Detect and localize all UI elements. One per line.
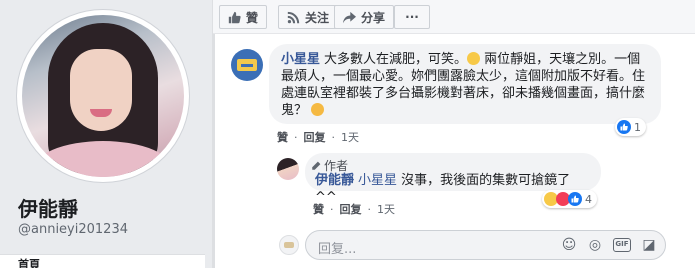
- reply-mention-link[interactable]: 小星星: [358, 173, 397, 188]
- grinning-emoji-icon: [467, 52, 481, 65]
- comment-bubble: 小星星 大多數人在減肥，可笑。 兩位靜姐，天壤之別。一個最煩人，一個最心愛。妳們團…: [269, 44, 661, 124]
- sticker-icon[interactable]: ◪: [641, 237, 657, 253]
- thumbs-up-icon: [228, 11, 241, 23]
- profile-tab-home[interactable]: 首頁: [0, 254, 205, 268]
- comment-text-part1: 大多數人在減肥，可笑。: [324, 52, 468, 67]
- reply-reactions[interactable]: 4: [542, 190, 597, 208]
- profile-avatar[interactable]: [17, 10, 189, 182]
- more-options-button[interactable]: ···: [394, 5, 430, 29]
- post-card: 贊 关注 分享 ··· 小星星 大多數人在減肥，可笑。 兩位靜姐，天壤之別。一個最…: [212, 0, 695, 268]
- post-action-bar: 贊 关注 分享 ···: [213, 0, 695, 34]
- reply-author-avatar[interactable]: [277, 158, 299, 180]
- rss-feed-icon: [287, 11, 300, 23]
- comment-timestamp[interactable]: 1天: [341, 131, 359, 144]
- share-button-label: 分享: [361, 10, 386, 25]
- current-user-avatar: [279, 235, 299, 255]
- profile-name[interactable]: 伊能靜: [18, 193, 78, 222]
- reply-like-link[interactable]: 贊: [313, 203, 324, 216]
- frowning-emoji-icon: [311, 103, 325, 116]
- like-reaction-icon: [617, 120, 631, 134]
- composer-toolbar: ☺ ◎ GIF ◪: [561, 237, 657, 253]
- author-badge: 作者: [311, 157, 348, 174]
- comment-reaction-count: 1: [634, 120, 641, 134]
- more-options-label: ···: [405, 10, 419, 24]
- share-arrow-icon: [343, 11, 356, 23]
- divider: [213, 34, 215, 268]
- follow-button-label: 关注: [305, 10, 330, 25]
- profile-handle: @annieyi201234: [18, 222, 128, 237]
- like-reaction-icon: [568, 192, 582, 206]
- reply-reply-link[interactable]: 回复: [340, 203, 362, 216]
- comment-author-link[interactable]: 小星星: [281, 52, 320, 67]
- like-button[interactable]: 贊: [219, 5, 268, 29]
- comment-body: 小星星 大多數人在減肥，可笑。 兩位靜姐，天壤之別。一個最煩人，一個最心愛。妳們團…: [281, 51, 649, 119]
- gif-icon[interactable]: GIF: [613, 238, 631, 252]
- comment-meta: 贊 · 回复 · 1天: [277, 131, 359, 144]
- profile-sidebar: 伊能靜 @annieyi201234 首頁: [0, 0, 205, 268]
- reply-reaction-count: 4: [585, 192, 592, 206]
- composer-placeholder: 回复...: [318, 242, 357, 257]
- follow-button[interactable]: 关注: [278, 5, 339, 29]
- reply-timestamp[interactable]: 1天: [377, 203, 395, 216]
- avatar-emblem: [237, 59, 257, 71]
- profile-tab-label: 首頁: [18, 258, 40, 268]
- share-button[interactable]: 分享: [334, 5, 395, 29]
- like-button-label: 贊: [246, 10, 259, 25]
- reply-author-link[interactable]: 伊能靜: [315, 173, 354, 188]
- commenter-avatar[interactable]: [231, 49, 263, 81]
- author-pencil-icon: [312, 161, 321, 170]
- comment-like-link[interactable]: 贊: [277, 131, 288, 144]
- reply-bubble: 伊能靜 小星星 沒事，我後面的集數可搶鏡了^^: [305, 153, 601, 205]
- emoji-picker-icon[interactable]: ☺: [561, 237, 577, 253]
- author-badge-label: 作者: [324, 159, 349, 173]
- reply-meta: 贊 · 回复 · 1天: [313, 203, 395, 216]
- profile-photo: [22, 15, 184, 177]
- comment-reply-link[interactable]: 回复: [304, 131, 326, 144]
- reply-composer-input[interactable]: 回复... ☺ ◎ GIF ◪: [305, 230, 666, 260]
- comment-reactions[interactable]: 1: [615, 118, 646, 136]
- camera-icon[interactable]: ◎: [587, 237, 603, 253]
